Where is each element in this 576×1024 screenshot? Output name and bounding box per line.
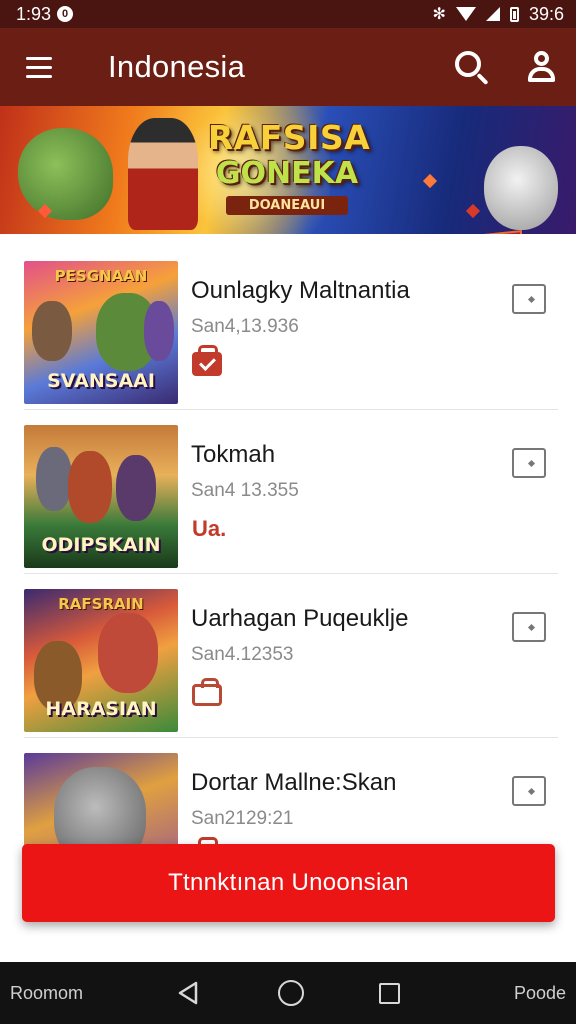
item-badge: Ua. [192,516,226,542]
item-badge [192,345,222,378]
item-subtitle: San2129:21 [191,808,294,829]
app-bar: Indonesia [0,28,576,106]
menu-button[interactable] [0,28,78,106]
profile-button[interactable] [506,28,576,106]
game-list: PESGNAAN SVANSAAI Ounlagky Maltnantia Sa… [0,246,576,902]
page-title: Indonesia [108,49,246,84]
banner-creature-image [18,128,113,220]
thumbnail-title: PESGNAAN [54,267,148,285]
item-title: Ounlagky Maltnantia [191,277,410,304]
game-thumbnail: RAFSRAIN HARASIAN [24,589,178,732]
banner-sparkle [465,203,481,219]
list-item[interactable]: RAFSRAIN HARASIAN Uarhagan Puqeuklje San… [0,574,576,738]
back-icon[interactable] [176,980,202,1006]
thumbnail-caption: HARASIAN [45,698,157,720]
home-icon[interactable] [277,980,304,1006]
notification-badge: 0 [57,6,74,22]
vibrate-icon: ✻ [432,6,446,23]
item-title: Uarhagan Puqeuklje [191,605,409,632]
nav-right-label: Poode [513,982,566,1003]
banner-title-line1: RAFSISA [207,118,371,157]
badge-text: Ua. [192,516,227,541]
user-icon [526,51,556,83]
menu-icon-line [26,56,52,60]
thumbnail-caption: SVANSAAI [47,370,155,392]
item-subtitle: San4 13.355 [191,480,299,501]
item-action-button[interactable] [512,776,546,806]
system-nav-bar: Roomom Poode [0,962,576,1024]
item-title: Tokmah [191,441,276,468]
item-badge [192,678,222,706]
banner-title-line2: GONEKA [215,156,359,191]
item-subtitle: San4.12353 [191,644,294,665]
item-action-button[interactable] [512,612,546,642]
battery-text: 39:6 [528,3,564,24]
nav-left-label: Roomom [10,982,84,1003]
item-action-button[interactable] [512,284,546,314]
game-thumbnail: ODIPSKAIN [24,425,178,568]
battery-icon [509,6,519,22]
status-left: 1:93 0 [16,3,74,25]
bag-check-icon [192,345,222,376]
menu-icon-line [26,65,52,69]
thumbnail-title: RAFSRAIN [58,595,144,613]
thumbnail-caption: ODIPSKAIN [41,534,161,556]
banner-wolf-image [484,146,558,230]
banner-hero-image [128,118,198,230]
status-time: 1:93 [16,3,52,24]
primary-cta-button[interactable]: Ttnnktınan Unoonsian [22,844,555,922]
search-icon [455,51,481,77]
search-button[interactable] [436,28,506,106]
item-title: Dortar Mallne:Skan [191,769,397,796]
signal-icon [485,7,500,21]
status-bar: 1:93 0 ✻ 39:6 [0,0,576,28]
status-right: ✻ 39:6 [433,4,564,25]
banner-sparkle [422,173,438,189]
item-subtitle: San4,13.936 [191,316,299,337]
list-item[interactable]: ODIPSKAIN Tokmah San4 13.355 Ua. [0,410,576,574]
bag-outline-icon [192,678,222,706]
list-item[interactable]: PESGNAAN SVANSAAI Ounlagky Maltnantia Sa… [0,246,576,410]
game-thumbnail: PESGNAAN SVANSAAI [24,261,178,404]
menu-icon-line [26,74,52,78]
item-action-button[interactable] [512,448,546,478]
banner-title-line3: DOANEAUI [226,196,348,215]
wifi-icon [455,7,476,21]
banner-scoreboard [446,230,522,234]
recent-apps-icon[interactable] [379,982,401,1004]
